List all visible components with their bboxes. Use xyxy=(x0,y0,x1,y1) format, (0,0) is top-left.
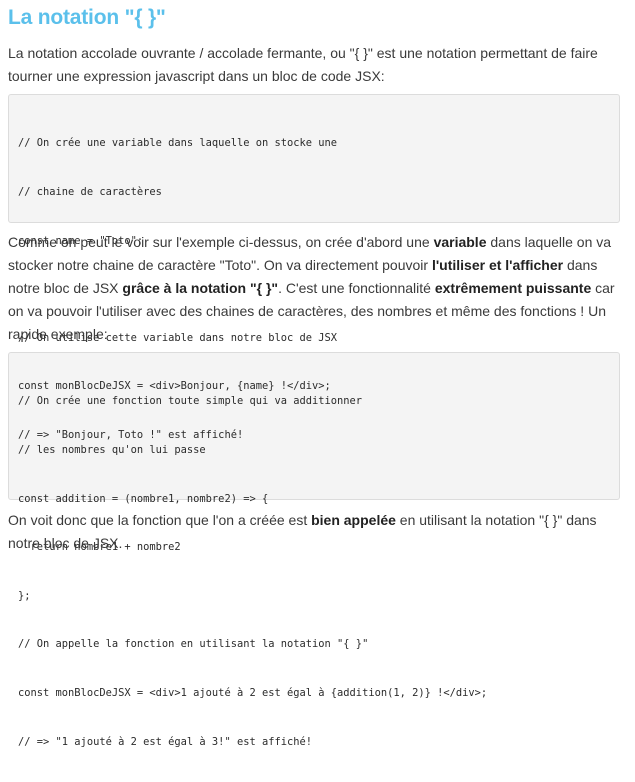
explanation-text: Comme on peut le voir sur l'exemple ci-d… xyxy=(8,234,434,250)
outro-text: en utilisant la notation " xyxy=(395,512,545,528)
code-line: const monBlocDeJSX = <div>1 ajouté à 2 e… xyxy=(18,687,488,700)
explanation-text: . C'est une fonctionnalité xyxy=(278,280,435,296)
bold-use-display: l'utiliser et l'afficher xyxy=(431,257,564,273)
intro-paragraph: La notation accolade ouvrante / accolade… xyxy=(8,42,620,88)
bold-called: bien appelée xyxy=(311,512,396,528)
code-line: const addition = (nombre1, nombre2) => { xyxy=(18,492,269,505)
bold-notation: grâce à la notation "{ }" xyxy=(122,280,279,296)
code-line: // On crée une fonction toute simple qui… xyxy=(18,395,363,408)
bold-powerful: extrêmement puissante xyxy=(434,280,592,296)
bold-variable: variable xyxy=(433,234,487,250)
outro-paragraph: On voit donc que la fonction que l'on a … xyxy=(8,509,620,555)
article-content: La notation "{ }" La notation accolade o… xyxy=(8,0,620,748)
section-heading: La notation "{ }" xyxy=(8,6,166,29)
code-line: // => "1 ajouté à 2 est égal à 3!" est a… xyxy=(18,735,313,748)
code-line: // les nombres qu'on lui passe xyxy=(18,444,206,457)
code-line: // chaine de caractères xyxy=(18,186,162,199)
code-line: // On crée une variable dans laquelle on… xyxy=(18,137,338,150)
code-block-function-example[interactable]: // On crée une fonction toute simple qui… xyxy=(8,352,620,748)
intro-braces: { } xyxy=(354,45,368,61)
code-block-variable-example[interactable]: // On crée une variable dans laquelle on… xyxy=(8,94,620,441)
explanation-paragraph: Comme on peut le voir sur l'exemple ci-d… xyxy=(8,231,620,346)
code-line: }; xyxy=(18,589,31,602)
code-line: // On appelle la fonction en utilisant l… xyxy=(18,638,369,651)
outro-text: On voit donc que la fonction que l'on a … xyxy=(8,512,312,528)
outro-braces: { } xyxy=(544,512,558,528)
intro-text-1: La notation accolade ouvrante / accolade… xyxy=(8,45,355,61)
